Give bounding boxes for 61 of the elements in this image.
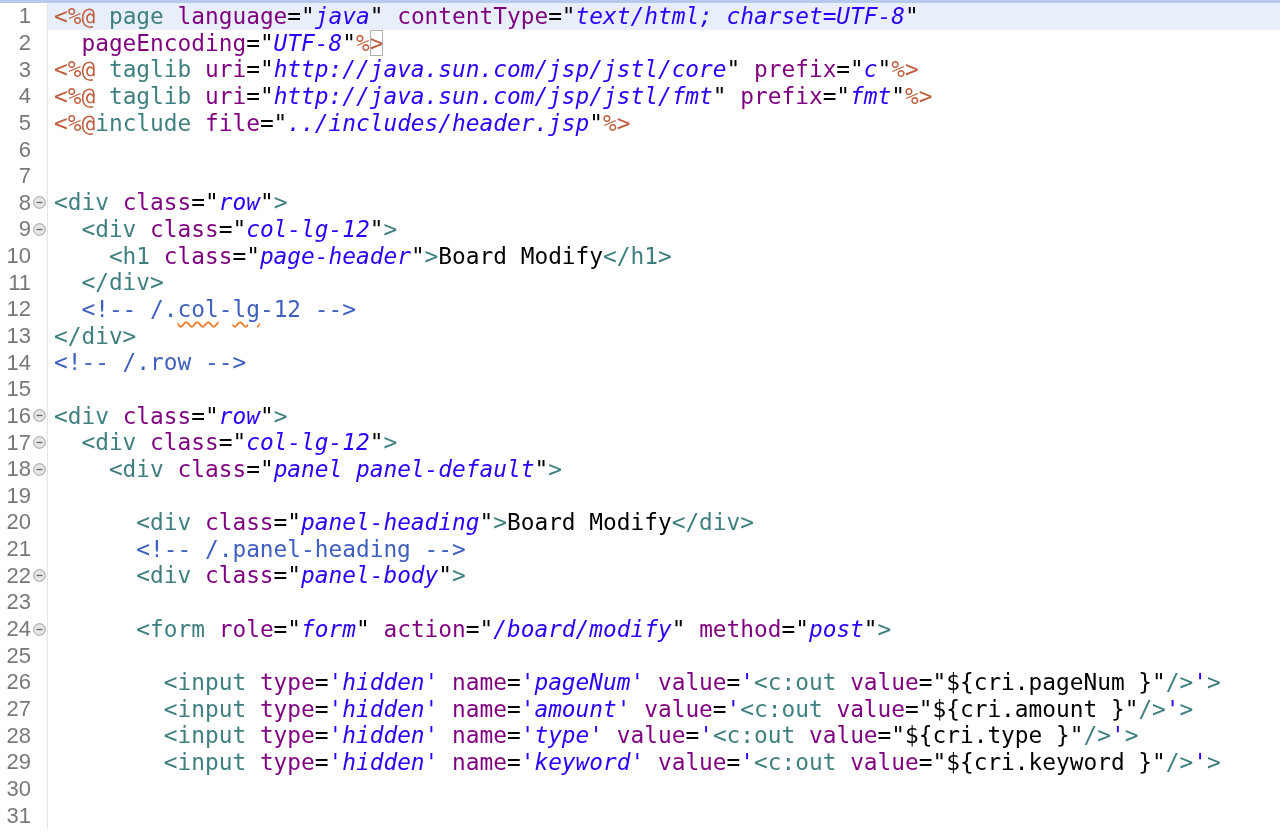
collapse-icon[interactable] — [32, 409, 46, 423]
line-number: 17 — [5, 429, 31, 456]
code-line: <%@ taglib uri="http://java.sun.com/jsp/jstl/core" prefix="c"%> — [53, 56, 920, 83]
line-number: 21 — [5, 536, 31, 563]
line-number: 10 — [5, 243, 31, 270]
line-number: 28 — [5, 722, 31, 749]
code-line: <input type='hidden' name='amount' value='<c:out value="${cri.amount }"/>'> — [162, 695, 1195, 723]
line-number: 1 — [17, 3, 31, 30]
line-number: 27 — [5, 695, 31, 722]
collapse-icon[interactable] — [32, 222, 46, 236]
code-line: <div class="col-lg-12"> — [80, 216, 399, 243]
line-number: 22 — [5, 562, 31, 589]
code-line: <input type='hidden' name='type' value='<c:out value="${cri.type }"/>'> — [162, 722, 1140, 749]
code-line: <!-- /.panel-heading --> — [135, 535, 467, 563]
line-number: 11 — [7, 269, 31, 296]
line-number: 25 — [5, 642, 31, 669]
code-line: <input type='hidden' name='pageNum' value='<c:out value="${cri.pageNum }"/>'> — [162, 669, 1222, 696]
line-number: 9 — [17, 216, 31, 243]
collapse-icon[interactable] — [32, 196, 46, 210]
line-number: 31 — [5, 802, 31, 829]
line-number: 12 — [5, 296, 31, 323]
code-line: <form role="form" action="/board/modify" method="post"> — [135, 615, 893, 643]
code-line: <%@ taglib uri="http://java.sun.com/jsp/jstl/fmt" prefix="fmt"%> — [53, 82, 934, 110]
code-line: <input type='hidden' name='keyword' value='<c:out value="${cri.keyword }"/>'> — [162, 748, 1222, 776]
code-editor[interactable] — [0, 0, 1280, 832]
code-line: <div class="col-lg-12"> — [80, 429, 399, 456]
code-line: <!-- /.row --> — [53, 349, 248, 376]
code-line: </div> — [80, 269, 165, 297]
line-number: 8 — [17, 189, 31, 216]
line-number: 3 — [17, 56, 31, 83]
collapse-icon[interactable] — [32, 569, 46, 583]
line-number: 7 — [17, 163, 31, 190]
code-line: <div class="row"> — [53, 402, 289, 430]
line-number: 23 — [5, 589, 31, 616]
line-number: 14 — [5, 349, 31, 376]
code-line: <div class="panel panel-default"> — [107, 455, 563, 483]
line-number: 24 — [5, 616, 31, 643]
line-number: 29 — [5, 749, 31, 776]
line-number: 2 — [17, 29, 31, 56]
code-line: </div> — [53, 322, 138, 350]
code-line: <div class="row"> — [53, 189, 289, 217]
code-line: <!-- /.col-lg-12 --> — [80, 296, 357, 323]
collapse-icon[interactable] — [32, 436, 46, 450]
line-number: 19 — [5, 482, 31, 509]
collapse-icon[interactable] — [32, 622, 46, 636]
code-line: <h1 class="page-header">Board Modify</h1> — [107, 242, 673, 270]
line-number: 30 — [5, 775, 31, 802]
code-line: pageEncoding="UTF-8"%> — [80, 29, 385, 57]
collapse-icon[interactable] — [32, 462, 46, 476]
code-line: <%@include file="../includes/header.jsp"%> — [53, 109, 632, 137]
line-number: 4 — [17, 83, 31, 110]
line-number: 5 — [17, 109, 31, 136]
line-number: 6 — [17, 136, 31, 163]
line-number: 18 — [5, 456, 31, 483]
line-number: 26 — [5, 669, 31, 696]
line-number: 20 — [5, 509, 31, 536]
code-line: <div class="panel-heading">Board Modify</div> — [135, 509, 756, 536]
line-number: 13 — [5, 323, 31, 349]
line-number: 16 — [5, 402, 31, 429]
line-number: 15 — [5, 376, 31, 403]
code-line: <div class="panel-body"> — [135, 562, 467, 590]
